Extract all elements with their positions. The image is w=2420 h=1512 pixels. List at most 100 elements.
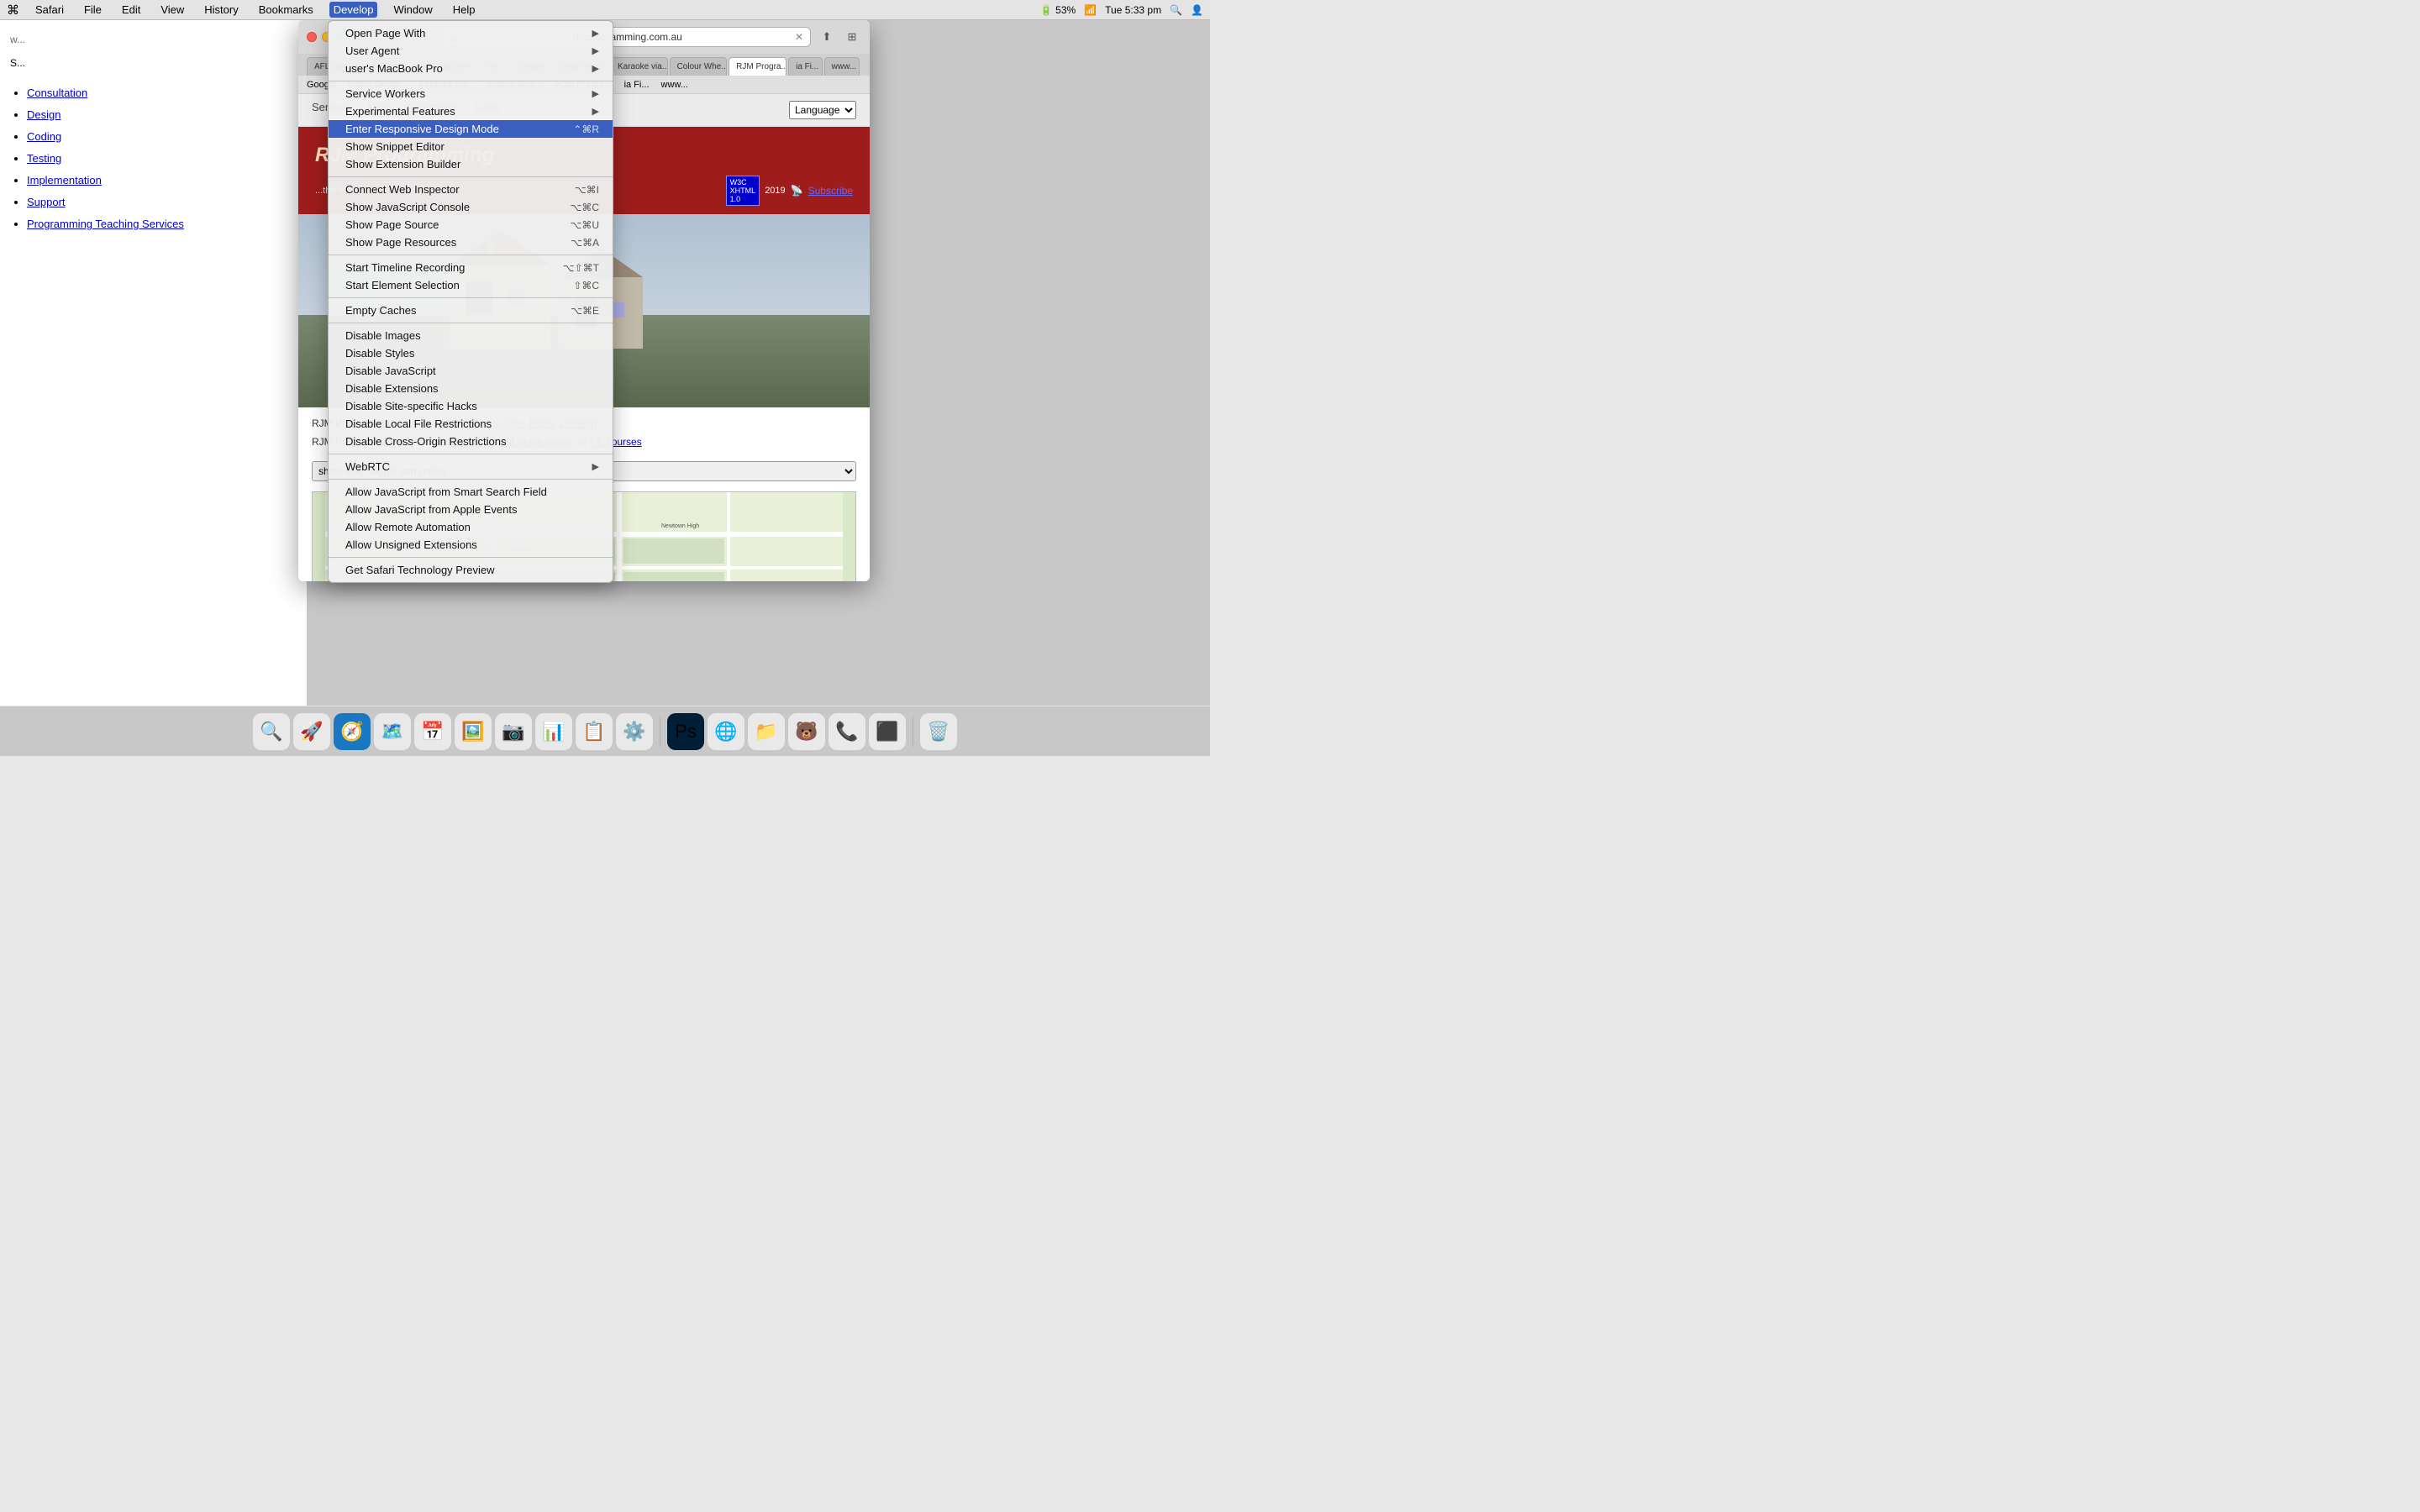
dock-terminal[interactable]: ⬛ xyxy=(869,713,906,750)
dock-finder[interactable]: 🔍 xyxy=(253,713,290,750)
menu-item-start-element-selection[interactable]: Start Element Selection ⇧⌘C xyxy=(329,276,613,294)
menu-item-allow-js-smart[interactable]: Allow JavaScript from Smart Search Field xyxy=(329,483,613,501)
list-item: Coding xyxy=(27,126,297,148)
close-button[interactable] xyxy=(307,32,317,42)
share-button[interactable]: ⬆ xyxy=(818,29,836,45)
menubar-search[interactable]: 🔍 xyxy=(1170,4,1182,16)
link-consultation[interactable]: Consultation xyxy=(27,87,87,99)
menu-item-disable-extensions[interactable]: Disable Extensions xyxy=(329,380,613,397)
dock-photos[interactable]: 🖼️ xyxy=(455,713,492,750)
menu-item-responsive-design-mode[interactable]: Enter Responsive Design Mode ⌃⌘R xyxy=(329,120,613,138)
menu-item-show-js-console[interactable]: Show JavaScript Console ⌥⌘C xyxy=(329,198,613,216)
menu-item-disable-styles[interactable]: Disable Styles xyxy=(329,344,613,362)
dock-maps[interactable]: 🗺️ xyxy=(374,713,411,750)
link-programming-teaching[interactable]: Programming Teaching Services xyxy=(27,218,184,230)
menu-item-allow-js-events[interactable]: Allow JavaScript from Apple Events xyxy=(329,501,613,518)
menu-item-disable-local-file[interactable]: Disable Local File Restrictions xyxy=(329,415,613,433)
menu-window[interactable]: Window xyxy=(389,2,436,18)
menu-bookmarks[interactable]: Bookmarks xyxy=(255,2,318,18)
menu-help[interactable]: Help xyxy=(449,2,480,18)
menu-label-experimental-features: Experimental Features xyxy=(345,105,584,118)
apple-menu[interactable]: ⌘ xyxy=(7,3,19,18)
menu-item-show-page-source[interactable]: Show Page Source ⌥⌘U xyxy=(329,216,613,234)
menu-item-open-page-with[interactable]: Open Page With ▶ xyxy=(329,24,613,42)
subscribe-link[interactable]: Subscribe xyxy=(808,185,853,197)
menu-file[interactable]: File xyxy=(80,2,106,18)
arrow-webrtc: ▶ xyxy=(592,461,599,472)
menu-item-empty-caches[interactable]: Empty Caches ⌥⌘E xyxy=(329,302,613,319)
link-support[interactable]: Support xyxy=(27,196,66,208)
tab-karaoke2[interactable]: Karaoke via... xyxy=(610,57,668,76)
tab-colour[interactable]: Colour Whe... xyxy=(670,57,728,76)
menu-history[interactable]: History xyxy=(200,2,242,18)
menu-label-start-element-selection: Start Element Selection xyxy=(345,279,556,291)
menu-item-webrtc[interactable]: WebRTC ▶ xyxy=(329,458,613,475)
rss-icon: 📡 xyxy=(791,185,803,197)
menu-item-connect-web-inspector[interactable]: Connect Web Inspector ⌥⌘I xyxy=(329,181,613,198)
dock-bear[interactable]: 🐻 xyxy=(788,713,825,750)
menu-item-service-workers[interactable]: Service Workers ▶ xyxy=(329,85,613,102)
list-item: Programming Teaching Services xyxy=(27,213,297,235)
menu-item-disable-site-hacks[interactable]: Disable Site-specific Hacks xyxy=(329,397,613,415)
list-item: Support xyxy=(27,192,297,213)
menu-item-show-page-resources[interactable]: Show Page Resources ⌥⌘A xyxy=(329,234,613,251)
menu-develop[interactable]: Develop xyxy=(329,2,378,18)
menu-item-safari-tech-preview[interactable]: Get Safari Technology Preview xyxy=(329,561,613,579)
menu-item-allow-remote-automation[interactable]: Allow Remote Automation xyxy=(329,518,613,536)
menu-edit[interactable]: Edit xyxy=(118,2,145,18)
shortcut-show-js-console: ⌥⌘C xyxy=(571,202,600,213)
menu-item-macbook-pro[interactable]: user's MacBook Pro ▶ xyxy=(329,60,613,77)
menu-label-disable-cross-origin: Disable Cross-Origin Restrictions xyxy=(345,435,599,448)
link-coding[interactable]: Coding xyxy=(27,130,61,143)
menu-label-show-js-console: Show JavaScript Console xyxy=(345,201,554,213)
left-sidebar-inner: w... S... Consultation Design Coding Tes… xyxy=(0,20,307,242)
shortcut-show-page-resources: ⌥⌘A xyxy=(571,237,599,249)
list-item: Implementation xyxy=(27,170,297,192)
menubar-user[interactable]: 👤 xyxy=(1191,4,1203,16)
dock-calendar[interactable]: 📅 xyxy=(414,713,451,750)
menu-item-disable-cross-origin[interactable]: Disable Cross-Origin Restrictions xyxy=(329,433,613,450)
dock-ps[interactable]: Ps xyxy=(667,713,704,750)
link-design[interactable]: Design xyxy=(27,108,60,121)
menu-item-experimental-features[interactable]: Experimental Features ▶ xyxy=(329,102,613,120)
dock-camera[interactable]: 📷 xyxy=(495,713,532,750)
dock-chrome[interactable]: 🌐 xyxy=(708,713,744,750)
dock-whatsapp[interactable]: 📞 xyxy=(829,713,865,750)
dock-filezilla[interactable]: 📁 xyxy=(748,713,785,750)
language-select[interactable]: Language xyxy=(789,101,856,119)
menu-safari[interactable]: Safari xyxy=(31,2,68,18)
menu-item-user-agent[interactable]: User Agent ▶ xyxy=(329,42,613,60)
dock-launchpad[interactable]: 🚀 xyxy=(293,713,330,750)
menu-item-allow-unsigned-extensions[interactable]: Allow Unsigned Extensions xyxy=(329,536,613,554)
add-tab-button[interactable]: ⊞ xyxy=(843,29,861,45)
dock-trash[interactable]: 🗑️ xyxy=(920,713,957,750)
dock: 🔍 🚀 🧭 🗺️ 📅 🖼️ 📷 📊 📋 ⚙️ Ps 🌐 📁 🐻 📞 ⬛ 🗑️ xyxy=(0,706,1210,756)
tab-www[interactable]: www... xyxy=(824,57,860,76)
bookmark-www[interactable]: www... xyxy=(661,80,688,90)
link-implementation[interactable]: Implementation xyxy=(27,174,102,186)
menu-label-allow-remote-automation: Allow Remote Automation xyxy=(345,521,599,533)
menu-item-start-timeline[interactable]: Start Timeline Recording ⌥⇧⌘T xyxy=(329,259,613,276)
bookmark-ia-fi[interactable]: ia Fi... xyxy=(624,80,650,90)
menu-item-show-extension-builder[interactable]: Show Extension Builder xyxy=(329,155,613,173)
arrow-user-agent: ▶ xyxy=(592,45,599,56)
dock-notes[interactable]: 📋 xyxy=(576,713,613,750)
menubar-left: ⌘ Safari File Edit View History Bookmark… xyxy=(7,2,479,18)
link-testing[interactable]: Testing xyxy=(27,152,61,165)
dock-numbers[interactable]: 📊 xyxy=(535,713,572,750)
tab-rjm[interactable]: RJM Progra... xyxy=(729,57,786,76)
menu-item-disable-images[interactable]: Disable Images xyxy=(329,327,613,344)
page: ⌘ Safari File Edit View History Bookmark… xyxy=(0,0,1210,756)
menu-item-disable-javascript[interactable]: Disable JavaScript xyxy=(329,362,613,380)
url-clear-icon[interactable]: ✕ xyxy=(795,31,803,43)
menu-item-show-snippet-editor[interactable]: Show Snippet Editor xyxy=(329,138,613,155)
menu-view[interactable]: View xyxy=(156,2,188,18)
shortcut-show-page-source: ⌥⌘U xyxy=(571,219,600,231)
tab-ia-fi[interactable]: ia Fi... xyxy=(788,57,823,76)
menubar-clock: Tue 5:33 pm xyxy=(1105,4,1161,16)
list-item: Design xyxy=(27,104,297,126)
shortcut-responsive-design-mode: ⌃⌘R xyxy=(573,123,599,135)
menu-label-safari-tech-preview: Get Safari Technology Preview xyxy=(345,564,599,576)
dock-settings[interactable]: ⚙️ xyxy=(616,713,653,750)
dock-safari[interactable]: 🧭 xyxy=(334,713,371,750)
